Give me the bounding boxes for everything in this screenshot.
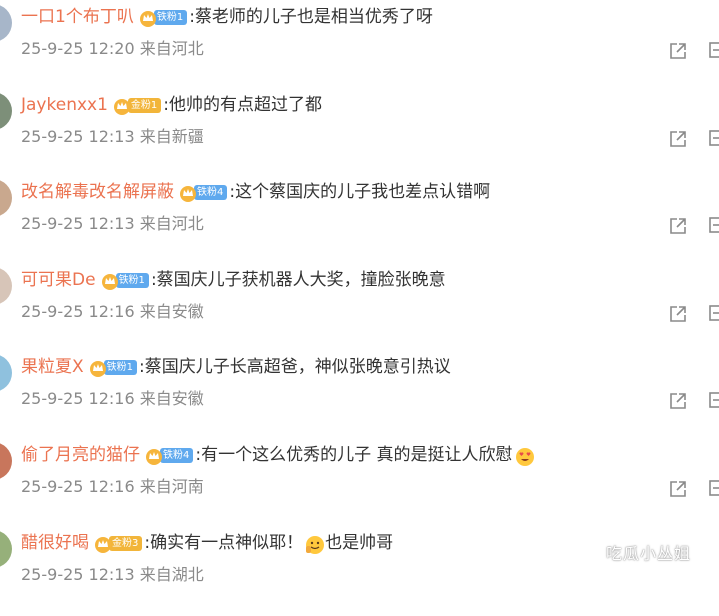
location: 来自湖北 [139,565,204,584]
comment-line: 可可果De 铁粉1 : 蔡国庆儿子获机器人大奖，撞脸张晚意 [21,265,446,295]
location: 来自河北 [139,39,204,58]
comment-text-suffix: 也是帅哥 [325,533,394,553]
avatar[interactable] [0,442,12,480]
comment-meta: 25-9-25 12:13 来自河北 [21,212,204,236]
comment-line: 改名解毒改名解屏蔽 铁粉4 : 这个蔡国庆的儿子我也差点认错啊 [21,177,490,207]
comment-line: 醋很好喝 金粉3 : 确实有一点神似耶！ 也是帅哥 [21,528,393,558]
crown-icon [144,446,164,466]
comment-meta: 25-9-25 12:20 来自河北 [21,37,204,61]
comment-item: 可可果De 铁粉1 : 蔡国庆儿子获机器人大奖，撞脸张晚意 25-9-25 12… [0,265,719,353]
share-icon[interactable] [668,304,688,324]
timestamp: 25-9-25 12:16 [21,477,135,496]
comment-line: 一口1个布丁叭 铁粉1 : 蔡老师的儿子也是相当优秀了呀 [21,2,433,32]
comment-text: 蔡老师的儿子也是相当优秀了呀 [194,7,433,27]
comment-meta: 25-9-25 12:16 来自河南 [21,475,204,499]
username-link[interactable]: 偷了月亮的猫仔 [21,440,140,470]
more-icon[interactable] [709,130,719,146]
crown-icon [112,96,132,116]
comment-item: 改名解毒改名解屏蔽 铁粉4 : 这个蔡国庆的儿子我也差点认错啊 25-9-25 … [0,177,719,265]
comment-meta: 25-9-25 12:13 来自湖北 [21,563,204,587]
avatar[interactable] [0,354,12,392]
comment-item: Jaykenxx1 金粉1 : 他帅的有点超过了都 25-9-25 12:13 … [0,90,719,178]
more-icon[interactable] [709,392,719,408]
comment-meta: 25-9-25 12:16 来自安徽 [21,300,204,324]
comment-text: 蔡国庆儿子获机器人大奖，撞脸张晚意 [156,270,446,290]
crown-icon [138,8,158,28]
timestamp: 25-9-25 12:13 [21,127,135,146]
avatar[interactable] [0,92,12,130]
timestamp: 25-9-25 12:13 [21,565,135,584]
share-icon[interactable] [668,129,688,149]
heart-eyes-emoji [515,447,535,467]
fan-badge: 金粉3 [109,535,143,551]
crown-icon [178,183,198,203]
timestamp: 25-9-25 12:16 [21,302,135,321]
crown-icon [93,534,113,554]
location: 来自安徽 [139,302,204,321]
crown-icon [100,271,120,291]
location: 来自河南 [139,477,204,496]
more-icon[interactable] [709,42,719,58]
comment-list: 一口1个布丁叭 铁粉1 : 蔡老师的儿子也是相当优秀了呀 25-9-25 12:… [0,0,719,584]
location: 来自新疆 [139,127,204,146]
comment-line: 果粒夏X 铁粉1 : 蔡国庆儿子长高超爸，神似张晚意引热议 [21,352,451,382]
timestamp: 25-9-25 12:16 [21,389,135,408]
avatar[interactable] [0,530,12,568]
comment-item: 偷了月亮的猫仔 铁粉4 : 有一个这么优秀的儿子 真的是挺让人欣慰 25-9-2… [0,440,719,528]
comment-line: 偷了月亮的猫仔 铁粉4 : 有一个这么优秀的儿子 真的是挺让人欣慰 [21,440,535,470]
comment-meta: 25-9-25 12:13 来自新疆 [21,125,204,149]
more-icon[interactable] [709,480,719,496]
comment-item: 果粒夏X 铁粉1 : 蔡国庆儿子长高超爸，神似张晚意引热议 25-9-25 12… [0,352,719,440]
comment-text: 蔡国庆儿子长高超爸，神似张晚意引热议 [144,357,451,377]
share-icon[interactable] [668,479,688,499]
share-icon[interactable] [668,41,688,61]
comment-line: Jaykenxx1 金粉1 : 他帅的有点超过了都 [21,90,322,120]
fan-badge: 铁粉1 [153,9,188,25]
location: 来自河北 [139,214,204,233]
username-link[interactable]: 改名解毒改名解屏蔽 [21,177,174,207]
location: 来自安徽 [139,389,204,408]
username-link[interactable]: 一口1个布丁叭 [21,2,134,32]
fan-badge: 铁粉1 [115,272,149,288]
avatar[interactable] [0,267,12,305]
more-icon[interactable] [709,305,719,321]
comment-text: 有一个这么优秀的儿子 真的是挺让人欣慰 [201,445,513,465]
comment-meta: 25-9-25 12:16 来自安徽 [21,387,204,411]
more-icon[interactable] [709,217,719,233]
crown-icon [88,358,108,378]
comment-text: 这个蔡国庆的儿子我也差点认错啊 [235,182,491,202]
thumb-smile-emoji [305,535,325,555]
timestamp: 25-9-25 12:20 [21,39,135,58]
fan-badge: 铁粉4 [160,447,194,463]
avatar[interactable] [0,179,12,217]
fan-badge: 金粉1 [127,97,162,113]
avatar[interactable] [0,4,12,42]
fan-badge: 铁粉1 [103,359,138,375]
comment-text: 他帅的有点超过了都 [169,95,323,115]
watermark: 吃瓜小丛姐 [606,544,692,563]
username-link[interactable]: 果粒夏X [21,352,84,382]
fan-badge: 铁粉4 [194,184,228,200]
share-icon[interactable] [668,216,688,236]
username-link[interactable]: 醋很好喝 [21,528,89,558]
comment-text: 确实有一点神似耶！ [150,533,304,553]
comment-item: 一口1个布丁叭 铁粉1 : 蔡老师的儿子也是相当优秀了呀 25-9-25 12:… [0,2,719,90]
username-link[interactable]: Jaykenxx1 [21,90,108,120]
timestamp: 25-9-25 12:13 [21,214,135,233]
username-link[interactable]: 可可果De [21,265,96,295]
share-icon[interactable] [668,391,688,411]
